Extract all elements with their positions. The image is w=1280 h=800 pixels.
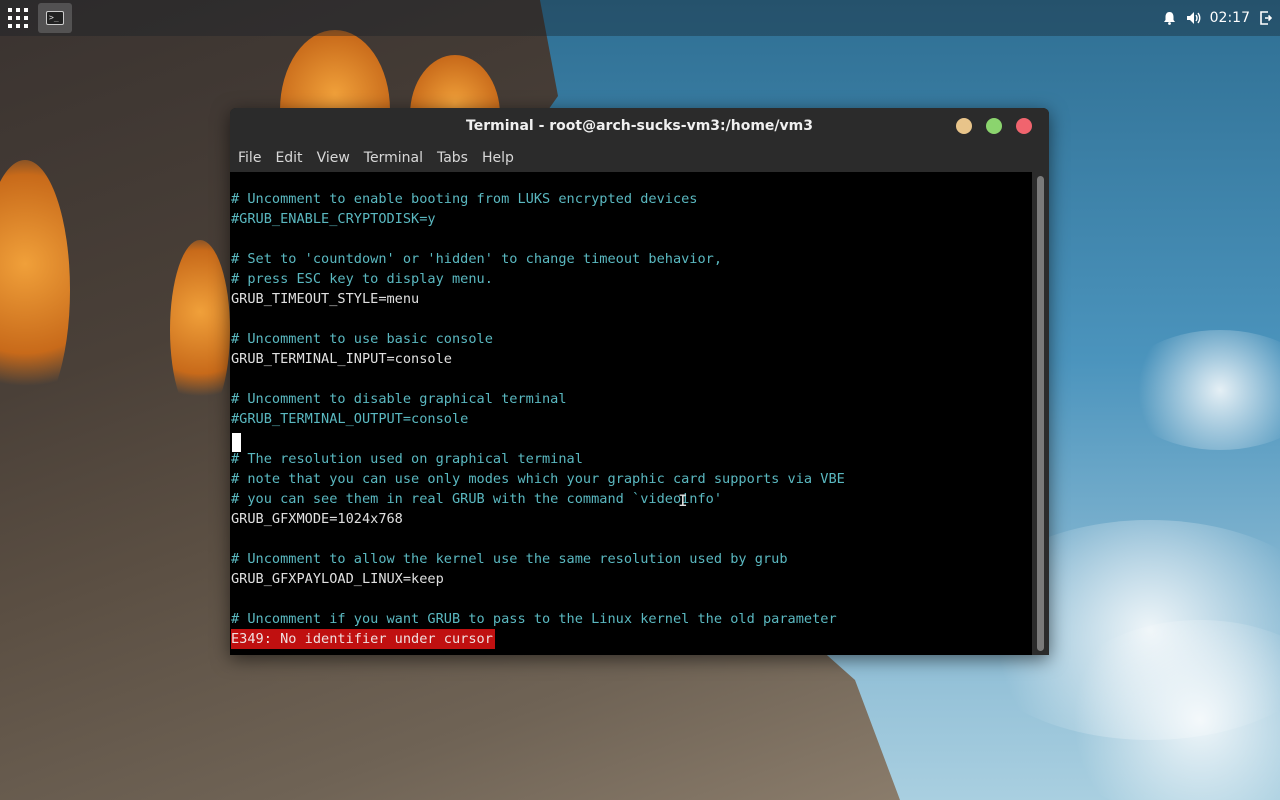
menu-tabs[interactable]: Tabs — [430, 150, 475, 166]
terminal-line: # Uncomment to enable booting from LUKS … — [231, 191, 698, 207]
terminal-window: Terminal - root@arch-sucks-vm3:/home/vm3… — [230, 108, 1049, 655]
terminal-line: GRUB_GFXMODE=1024x768 — [231, 511, 403, 527]
top-panel: >_ 02:17 — [0, 0, 1280, 36]
terminal-line: # Uncomment to disable graphical termina… — [231, 391, 567, 407]
menu-file[interactable]: File — [230, 150, 268, 166]
terminal-line: GRUB_GFXPAYLOAD_LINUX=keep — [231, 571, 444, 587]
volume-icon[interactable] — [1186, 10, 1202, 26]
scrollbar-thumb[interactable] — [1037, 176, 1044, 651]
menu-terminal[interactable]: Terminal — [357, 150, 430, 166]
text-cursor — [232, 433, 241, 452]
apps-grid-icon[interactable] — [8, 8, 28, 28]
menu-help[interactable]: Help — [475, 150, 521, 166]
scrollbar[interactable] — [1032, 172, 1049, 655]
terminal-icon: >_ — [46, 11, 64, 25]
terminal-line: GRUB_TIMEOUT_STYLE=menu — [231, 291, 420, 307]
clock[interactable]: 02:17 — [1210, 10, 1250, 26]
terminal-line: # Uncomment to allow the kernel use the … — [231, 551, 788, 567]
terminal-line: #GRUB_ENABLE_CRYPTODISK=y — [231, 211, 436, 227]
minimize-button[interactable] — [956, 118, 972, 134]
maximize-button[interactable] — [986, 118, 1002, 134]
arch-glow — [170, 240, 230, 420]
system-tray: 02:17 — [1162, 0, 1274, 36]
terminal-line: # Set to 'countdown' or 'hidden' to chan… — [231, 251, 723, 267]
terminal-line: GRUB_TERMINAL_INPUT=console — [231, 351, 452, 367]
terminal-line: # note that you can use only modes which… — [231, 471, 845, 487]
menu-view[interactable]: View — [310, 150, 357, 166]
terminal-line: # Uncomment if you want GRUB to pass to … — [231, 611, 837, 627]
terminal-line: # press ESC key to display menu. — [231, 271, 493, 287]
terminal-text: # Uncomment to enable booting from LUKS … — [231, 189, 845, 649]
logout-icon[interactable] — [1258, 10, 1274, 26]
menu-edit[interactable]: Edit — [268, 150, 309, 166]
terminal-line: # Uncomment to use basic console — [231, 331, 493, 347]
terminal-line: # The resolution used on graphical termi… — [231, 451, 583, 467]
terminal-line: #GRUB_TERMINAL_OUTPUT=console — [231, 411, 469, 427]
taskbar-terminal-button[interactable]: >_ — [38, 3, 72, 33]
terminal-output[interactable]: # Uncomment to enable booting from LUKS … — [230, 172, 1032, 655]
status-line: E349: No identifier under cursor — [231, 629, 845, 649]
window-title: Terminal - root@arch-sucks-vm3:/home/vm3 — [466, 118, 813, 134]
ibeam-cursor-icon: I — [678, 491, 688, 510]
window-titlebar[interactable]: Terminal - root@arch-sucks-vm3:/home/vm3 — [230, 108, 1049, 144]
error-message: E349: No identifier under cursor — [231, 629, 495, 649]
menu-bar: File Edit View Terminal Tabs Help — [230, 144, 1049, 172]
close-button[interactable] — [1016, 118, 1032, 134]
bell-icon[interactable] — [1162, 10, 1178, 26]
terminal-line: # you can see them in real GRUB with the… — [231, 491, 723, 507]
